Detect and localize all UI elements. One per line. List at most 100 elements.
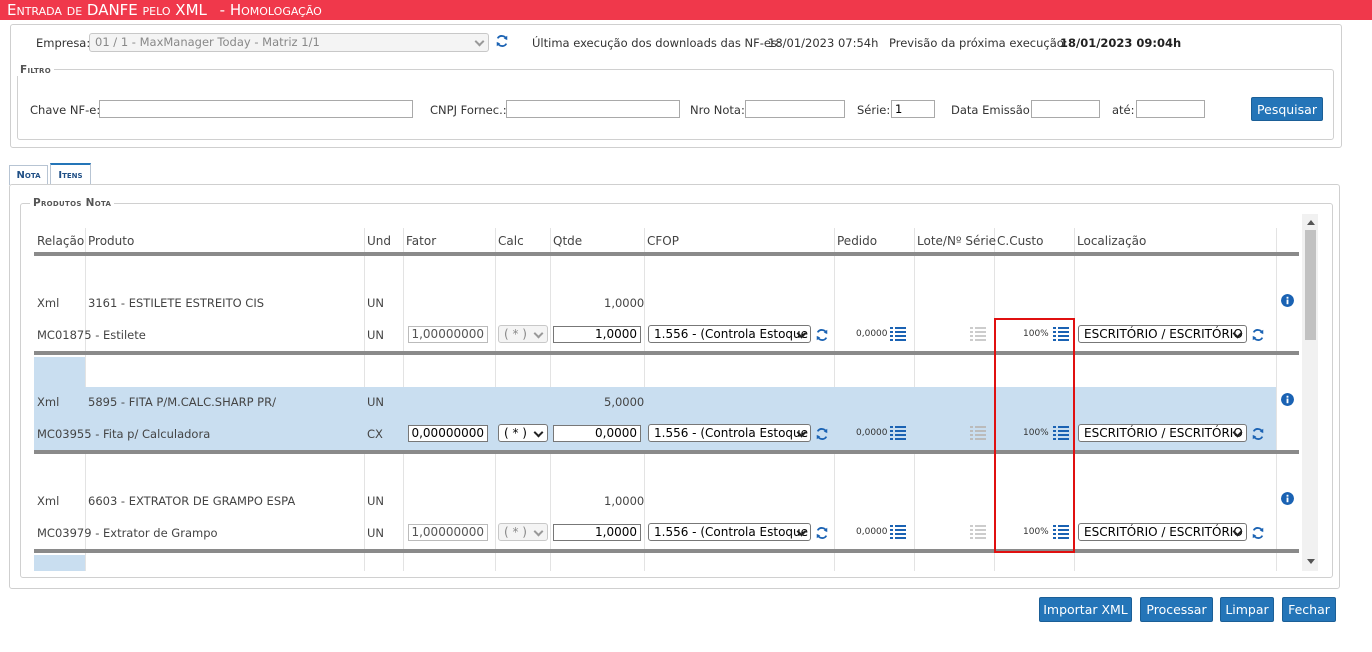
importar-xml-button[interactable]: Importar XML [1039, 597, 1132, 622]
localizacao-select[interactable]: ESCRITÓRIO / ESCRITÓRIO [1078, 424, 1247, 442]
pedido-list-icon[interactable] [890, 326, 906, 341]
item-relacao: MC03979 - Extrator de Grampo [37, 526, 218, 540]
refresh-cfop-icon[interactable] [815, 427, 829, 441]
col-lote: Lote/Nº Série [917, 234, 997, 248]
xml-relacao: Xml [37, 296, 60, 310]
item-relacao: MC03955 - Fita p/ Calculadora [37, 427, 211, 441]
tab-nota[interactable]: Nota [9, 165, 48, 185]
xml-produto: 5895 - FITA P/M.CALC.SHARP PR/ [88, 395, 276, 409]
col-qtde: Qtde [553, 234, 583, 248]
cfop-select[interactable]: 1.556 - (Controla Estoque [648, 424, 811, 442]
refresh-localizacao-icon[interactable] [1251, 427, 1265, 441]
lote-list-icon[interactable] [970, 524, 986, 539]
xml-produto: 6603 - EXTRATOR DE GRAMPO ESPA [88, 494, 296, 508]
pedido-list-icon[interactable] [890, 524, 906, 539]
chave-nfe-input[interactable] [99, 100, 413, 118]
group-separator [34, 351, 1299, 355]
item-und: CX [367, 427, 383, 441]
info-icon[interactable] [1281, 492, 1294, 505]
xml-relacao: Xml [37, 395, 60, 409]
col-pedido: Pedido [837, 234, 878, 248]
xml-qtde: 5,0000 [604, 395, 645, 409]
item-relacao: MC01875 - Estilete [37, 328, 146, 342]
data-ate-input[interactable] [1136, 100, 1205, 118]
cnpj-label: CNPJ Fornec.: [430, 103, 507, 117]
refresh-localizacao-icon[interactable] [1251, 526, 1265, 540]
col-localizacao: Localização [1077, 234, 1147, 248]
col-calc: Calc [498, 234, 524, 248]
pedido-value: 0,0000 [856, 527, 888, 537]
qtde-input[interactable]: 1,0000 [553, 326, 641, 343]
pesquisar-button[interactable]: Pesquisar [1251, 97, 1323, 121]
cnpj-fornec-input[interactable] [506, 100, 680, 118]
cfop-select[interactable]: 1.556 - (Controla Estoque [648, 523, 811, 541]
fechar-button[interactable]: Fechar [1282, 597, 1336, 622]
processar-button[interactable]: Processar [1140, 597, 1213, 622]
col-divider [1276, 228, 1277, 571]
scrollbar-thumb[interactable] [1305, 230, 1316, 340]
previsao-value: 18/01/2023 09:04h [1060, 36, 1182, 50]
row-highlight-rel [34, 555, 85, 571]
item-und: UN [367, 526, 385, 540]
pedido-value: 0,0000 [856, 428, 888, 438]
pedido-value: 0,0000 [856, 329, 888, 339]
xml-und: UN [367, 296, 385, 310]
fator-input[interactable]: 1,00000000 [408, 524, 488, 541]
scroll-down-arrow-icon[interactable] [1307, 559, 1315, 564]
nro-nota-label: Nro Nota: [690, 103, 745, 117]
tab-itens[interactable]: Itens [50, 163, 91, 185]
annotation-highlight-box [994, 318, 1075, 553]
row-highlight-rel [34, 357, 85, 387]
xml-qtde: 1,0000 [604, 296, 645, 310]
chave-label: Chave NF-e: [30, 103, 101, 117]
refresh-localizacao-icon[interactable] [1251, 328, 1265, 342]
window-title: Entrada de DANFE pelo XML [7, 1, 207, 19]
col-relacao: Relação [37, 234, 85, 248]
xml-qtde: 1,0000 [604, 494, 645, 508]
cfop-select[interactable]: 1.556 - (Controla Estoque [648, 325, 811, 343]
scroll-up-arrow-icon[interactable] [1307, 220, 1315, 225]
xml-relacao: Xml [37, 494, 60, 508]
refresh-cfop-icon[interactable] [815, 526, 829, 540]
previsao-label: Previsão da próxima execução: [889, 36, 1068, 50]
nro-nota-input[interactable] [745, 100, 845, 118]
col-cfop: CFOP [647, 234, 679, 248]
refresh-empresa-icon[interactable] [495, 34, 509, 48]
empresa-select[interactable]: 01 / 1 - MaxManager Today - Matriz 1/1 [89, 33, 489, 52]
col-ccusto: C.Custo [997, 234, 1044, 248]
ate-label: até: [1112, 103, 1135, 117]
group-separator [34, 549, 1299, 553]
lote-list-icon[interactable] [970, 425, 986, 440]
info-icon[interactable] [1281, 393, 1294, 406]
info-icon[interactable] [1281, 294, 1294, 307]
xml-und: UN [367, 395, 385, 409]
serie-label: Série: [857, 103, 891, 117]
limpar-button[interactable]: Limpar [1220, 597, 1274, 622]
fator-input[interactable]: 0,00000000 [408, 425, 488, 442]
lote-list-icon[interactable] [970, 326, 986, 341]
fator-input[interactable]: 1,00000000 [408, 326, 488, 343]
qtde-input[interactable]: 1,0000 [553, 524, 641, 541]
col-und: Und [367, 234, 392, 248]
data-emissao-input[interactable] [1031, 100, 1100, 118]
environment-label: - Homologação [219, 1, 322, 19]
item-und: UN [367, 328, 385, 342]
calc-select[interactable]: ( * ) [498, 424, 548, 442]
produtos-legend: Produtos Nota [30, 197, 115, 209]
localizacao-select[interactable]: ESCRITÓRIO / ESCRITÓRIO [1078, 523, 1247, 541]
calc-select[interactable]: ( * ) [498, 523, 548, 541]
col-fator: Fator [406, 234, 437, 248]
data-emissao-label: Data Emissão: [951, 103, 1034, 117]
group-separator [34, 450, 1299, 454]
ultima-execucao-value: 18/01/2023 07:54h [768, 36, 879, 50]
xml-und: UN [367, 494, 385, 508]
filtro-legend: Filtro [17, 64, 54, 76]
refresh-cfop-icon[interactable] [815, 328, 829, 342]
pedido-list-icon[interactable] [890, 425, 906, 440]
localizacao-select[interactable]: ESCRITÓRIO / ESCRITÓRIO [1078, 325, 1247, 343]
col-produto: Produto [88, 234, 135, 248]
calc-select[interactable]: ( * ) [498, 325, 548, 343]
xml-produto: 3161 - ESTILETE ESTREITO CIS [88, 296, 265, 310]
serie-input[interactable] [891, 100, 935, 118]
qtde-input[interactable]: 0,0000 [553, 425, 641, 442]
